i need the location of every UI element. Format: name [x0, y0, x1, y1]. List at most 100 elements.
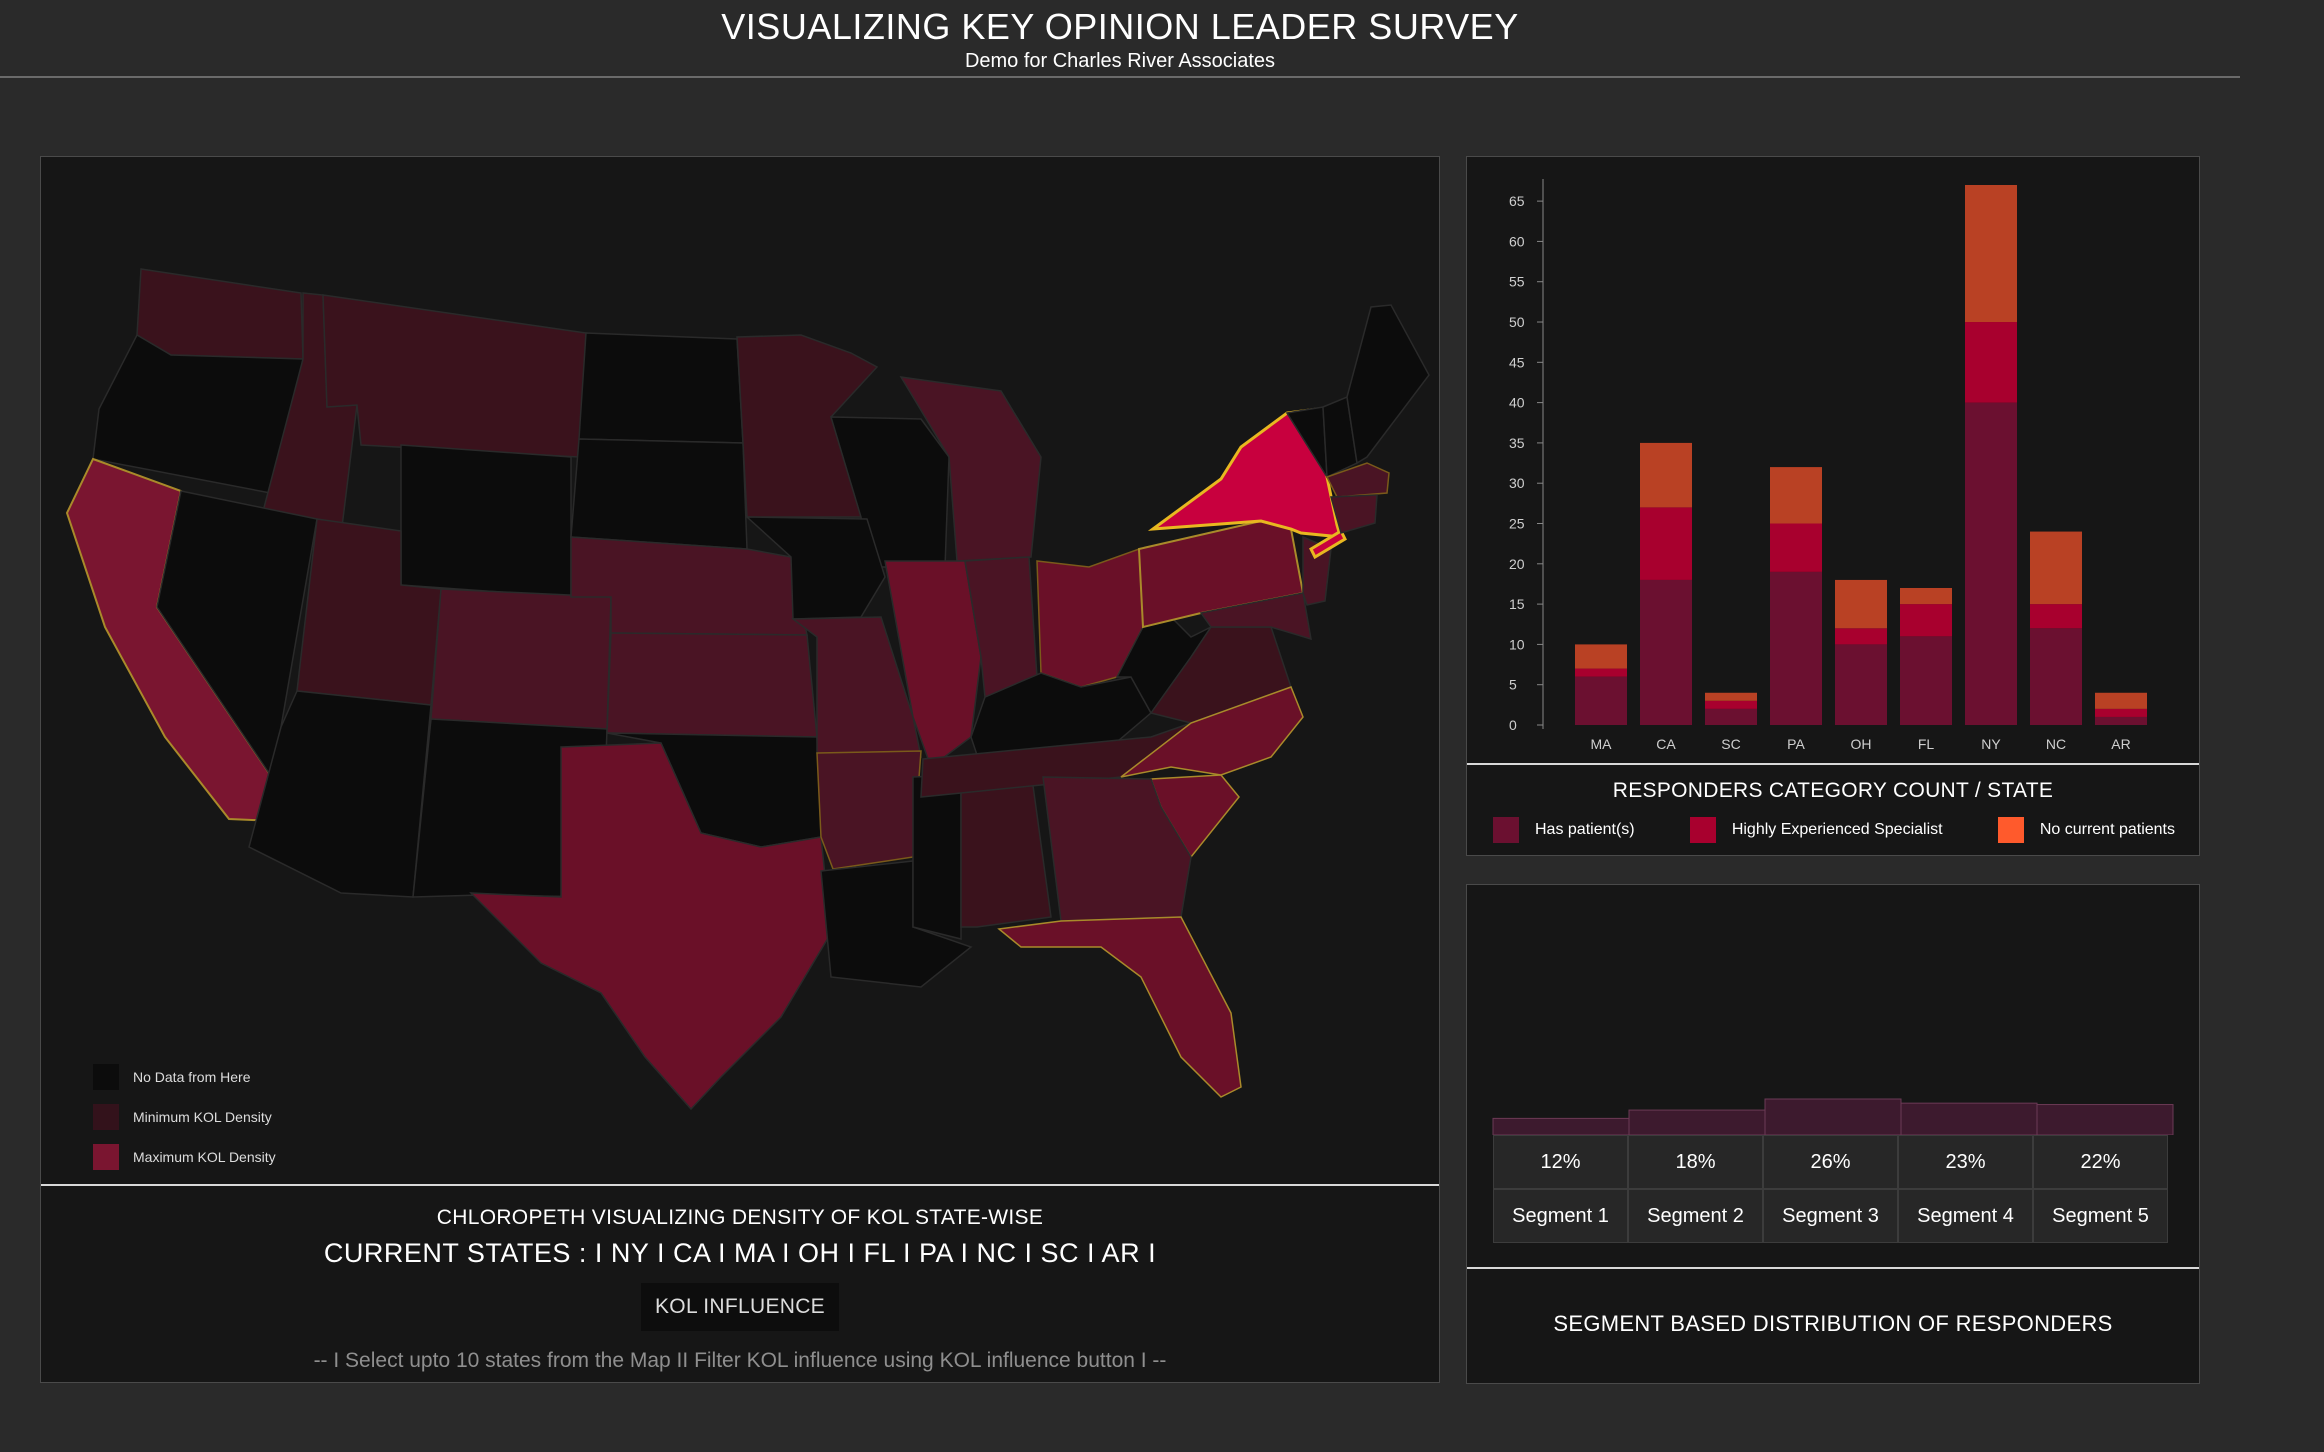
map-legend: No Data from Here Minimum KOL Density Ma… — [93, 1057, 276, 1177]
segment-bar[interactable] — [1492, 1117, 1630, 1135]
x-tick-label: SC — [1721, 736, 1740, 752]
segment-histogram — [1492, 1098, 2174, 1135]
x-tick-label: FL — [1918, 736, 1935, 752]
x-tick-label: OH — [1851, 736, 1872, 752]
bar-segment[interactable] — [1900, 604, 1952, 637]
bar-segment[interactable] — [1640, 442, 1692, 508]
bar-segment[interactable] — [1575, 676, 1627, 725]
bar-segment[interactable] — [1835, 644, 1887, 725]
y-tick-label: 10 — [1509, 636, 1525, 652]
x-tick-label: PA — [1787, 736, 1805, 752]
bar-segment[interactable] — [1575, 644, 1627, 669]
map-legend-item: No Data from Here — [93, 1057, 276, 1097]
y-tick-label: 0 — [1509, 717, 1517, 733]
bar-segment[interactable] — [1900, 587, 1952, 605]
bar-chart-caption: RESPONDERS CATEGORY COUNT / STATE — [1612, 779, 2054, 802]
state-AR[interactable] — [816, 750, 922, 870]
bar-segment[interactable] — [1835, 628, 1887, 645]
segment-bar[interactable] — [1628, 1109, 1766, 1135]
bar-legend-item[interactable]: No current patients — [1997, 817, 2175, 843]
segment-table: 12% 18% 26% 23% 22% Segment 1 Segment 2 … — [1493, 1135, 2168, 1243]
bar-segment[interactable] — [1770, 523, 1822, 572]
y-tick-label: 40 — [1509, 395, 1525, 411]
state-WY[interactable] — [400, 444, 572, 598]
state-ME[interactable] — [1346, 304, 1430, 465]
bar-segment[interactable] — [1770, 571, 1822, 725]
x-tick-label: NY — [1981, 736, 2001, 752]
y-tick-label: 15 — [1509, 596, 1525, 612]
legend-swatch — [1997, 817, 2024, 843]
segment-percent: 12% — [1493, 1135, 1628, 1189]
legend-swatch — [93, 1064, 119, 1090]
legend-label: Has patient(s) — [1535, 821, 1635, 838]
bar-segment[interactable] — [1965, 402, 2017, 725]
bar-segment[interactable] — [1770, 467, 1822, 524]
legend-swatch — [93, 1144, 119, 1170]
segment-label[interactable]: Segment 3 — [1763, 1189, 1898, 1243]
page-title: VISUALIZING KEY OPINION LEADER SURVEY — [721, 6, 1519, 47]
bar-segment[interactable] — [2095, 708, 2147, 717]
bar-segment[interactable] — [1705, 708, 1757, 725]
bar-chart-footer: RESPONDERS CATEGORY COUNT / STATE Has pa… — [1467, 763, 2199, 859]
bar-legend-item[interactable]: Has patient(s) — [1493, 817, 1635, 843]
state-ND[interactable] — [578, 332, 744, 444]
bar-segment[interactable] — [1965, 322, 2017, 403]
state-MS[interactable] — [912, 774, 962, 940]
segment-label[interactable]: Segment 1 — [1493, 1189, 1628, 1243]
state-SD[interactable] — [570, 438, 748, 550]
map-hint: -- I Select upto 10 states from the Map … — [313, 1349, 1167, 1372]
segment-panel: 12% 18% 26% 23% 22% Segment 1 Segment 2 … — [1466, 884, 2200, 1384]
bar-chart-panel: 0 5 10 15 20 25 30 35 40 45 50 55 60 65 MA CA SC PA OH FL NY… — [1466, 156, 2200, 856]
segment-label[interactable]: Segment 5 — [2033, 1189, 2168, 1243]
bar-segment[interactable] — [1705, 700, 1757, 709]
y-tick-label: 25 — [1509, 516, 1525, 532]
kol-influence-button[interactable]: KOL INFLUENCE — [641, 1283, 839, 1331]
segment-percent-row: 12% 18% 26% 23% 22% — [1493, 1135, 2168, 1189]
x-tick-label: NC — [2046, 736, 2066, 752]
state-FL[interactable] — [997, 916, 1242, 1098]
legend-swatch — [93, 1104, 119, 1130]
y-tick-label: 30 — [1509, 475, 1525, 491]
segment-percent: 22% — [2033, 1135, 2168, 1189]
state-MT[interactable] — [322, 294, 587, 458]
bar-chart-legend: Has patient(s) Highly Experienced Specia… — [1493, 817, 2175, 843]
state-KS[interactable] — [606, 632, 818, 738]
bar-segment[interactable] — [2095, 692, 2147, 709]
segment-percent: 23% — [1898, 1135, 2033, 1189]
segment-bar[interactable] — [2036, 1104, 2174, 1135]
bar-segment[interactable] — [1640, 579, 1692, 725]
state-AL[interactable] — [960, 770, 1052, 928]
map-legend-item: Minimum KOL Density — [93, 1097, 276, 1137]
x-tick-label: AR — [2111, 736, 2130, 752]
bar-segment[interactable] — [1640, 507, 1692, 580]
bar-segment[interactable] — [1900, 636, 1952, 725]
stacked-bar-chart: 0 5 10 15 20 25 30 35 40 45 50 55 60 65 MA CA SC PA OH FL NY… — [1509, 179, 2147, 752]
y-tick-label: 65 — [1509, 193, 1525, 209]
segment-label-row: Segment 1 Segment 2 Segment 3 Segment 4 … — [1493, 1189, 2168, 1243]
y-tick-label: 50 — [1509, 314, 1525, 330]
segment-label[interactable]: Segment 4 — [1898, 1189, 2033, 1243]
legend-label: Maximum KOL Density — [133, 1149, 276, 1165]
map-legend-item: Maximum KOL Density — [93, 1137, 276, 1177]
x-tick-label: MA — [1591, 736, 1613, 752]
bar-segment[interactable] — [1965, 185, 2017, 323]
segment-bar[interactable] — [1764, 1098, 1902, 1135]
bar-legend-item[interactable]: Highly Experienced Specialist — [1689, 817, 1943, 843]
bar-segment[interactable] — [1575, 668, 1627, 677]
bar-segment[interactable] — [2030, 531, 2082, 605]
segment-caption: SEGMENT BASED DISTRIBUTION OF RESPONDERS — [1467, 1267, 2199, 1387]
y-tick-label: 55 — [1509, 274, 1525, 290]
bar-segment[interactable] — [2030, 604, 2082, 629]
segment-bar[interactable] — [1900, 1102, 2038, 1135]
map-footer: CHLOROPETH VISUALIZING DENSITY OF KOL ST… — [41, 1184, 1439, 1386]
legend-label: Highly Experienced Specialist — [1731, 821, 1943, 838]
page-header: VISUALIZING KEY OPINION LEADER SURVEY De… — [0, 0, 2240, 78]
segment-label[interactable]: Segment 2 — [1628, 1189, 1763, 1243]
bar-segment[interactable] — [1705, 692, 1757, 701]
us-choropleth-map[interactable] — [41, 157, 1439, 1184]
bar-segment[interactable] — [2095, 716, 2147, 725]
state-WA[interactable] — [136, 268, 304, 360]
state-CO[interactable] — [430, 588, 612, 730]
bar-segment[interactable] — [1835, 579, 1887, 629]
bar-segment[interactable] — [2030, 628, 2082, 725]
